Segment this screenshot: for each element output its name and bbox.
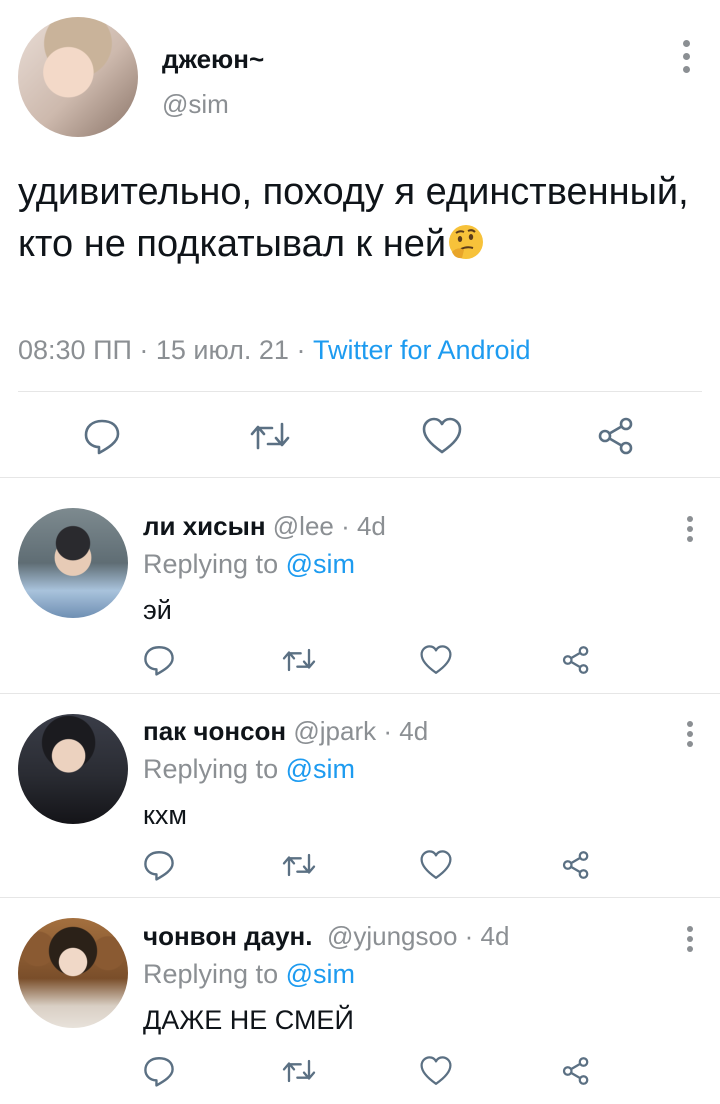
like-button[interactable] [418,1053,454,1089]
reply-button[interactable] [141,847,177,883]
like-button[interactable] [418,642,454,678]
reply-actions [0,642,720,678]
divider [18,391,702,392]
reply-author-handle[interactable]: @lee · 4d [273,511,386,541]
replying-to-handle[interactable]: @sim [286,754,355,784]
share-icon [562,646,589,674]
reply-icon [144,646,174,676]
reply-header: пак чонсон @jpark · 4d [143,716,428,747]
replying-to: Replying to @sim [143,754,355,785]
like-icon [420,850,452,879]
reply-tweet[interactable]: пак чонсон @jpark · 4d Replying to @sim … [0,694,720,898]
share-button[interactable] [558,642,594,678]
reply-button[interactable] [141,1053,177,1089]
like-button[interactable] [418,847,454,883]
share-icon [562,1057,589,1085]
share-icon [598,417,633,455]
reply-author-name[interactable]: пак чонсон [143,716,286,746]
reply-icon [144,851,174,881]
replying-to-label: Replying to [143,754,286,784]
author-avatar[interactable] [18,17,138,137]
replying-to-handle[interactable]: @sim [286,959,355,989]
tweet-text: удивительно, походу я единственный, кто … [18,166,708,270]
share-button[interactable] [558,1053,594,1089]
like-button[interactable] [420,414,464,458]
avatar[interactable] [18,714,128,824]
author-handle[interactable]: @sim [162,89,229,120]
more-options-icon[interactable] [686,721,694,751]
more-options-icon[interactable] [686,926,694,956]
reply-button[interactable] [80,414,124,458]
retweet-icon [250,422,290,450]
reply-icon [84,419,120,455]
main-tweet: джеюн~ @sim удивительно, походу я единст… [0,0,720,478]
reply-text: эй [143,595,172,625]
retweet-icon [282,853,316,877]
replying-to: Replying to @sim [143,549,355,580]
tweet-text-content: удивительно, походу я единственный, кто … [18,171,689,265]
reply-tweet[interactable]: ли хисын @lee · 4d Replying to @sim эй [0,478,720,694]
reply-text: ДАЖЕ НЕ СМЕЙ [143,1005,354,1035]
author-name[interactable]: джеюн~ [162,44,264,75]
retweet-icon [282,648,316,672]
more-options-icon[interactable] [682,40,690,79]
reply-author-handle[interactable]: @jpark · 4d [293,716,428,746]
share-button[interactable] [558,847,594,883]
more-options-icon[interactable] [686,516,694,546]
reply-author-name[interactable]: чонвон даун. [143,921,312,951]
tweet-timestamp[interactable]: 08:30 ПП · 15 июл. 21 · [18,335,313,365]
retweet-button[interactable] [280,642,318,678]
replying-to-handle[interactable]: @sim [286,549,355,579]
retweet-button[interactable] [248,414,292,458]
replying-to-label: Replying to [143,959,286,989]
replying-to-label: Replying to [143,549,286,579]
reply-author-handle[interactable]: @yjungsoo · 4d [327,921,510,951]
reply-header: чонвон даун. @yjungsoo · 4d [143,921,509,952]
reply-actions [0,847,720,883]
tweet-source[interactable]: Twitter for Android [313,335,531,365]
like-icon [422,417,462,454]
tweet-meta: 08:30 ПП · 15 июл. 21 · Twitter for Andr… [18,335,531,366]
reply-header: ли хисын @lee · 4d [143,511,386,542]
tweet-actions [0,414,720,458]
avatar[interactable] [18,508,128,618]
reply-icon [144,1057,174,1087]
retweet-button[interactable] [280,847,318,883]
retweet-button[interactable] [280,1053,318,1089]
share-icon [562,851,589,879]
retweet-icon [282,1059,316,1083]
reply-actions [0,1053,720,1089]
reply-author-name[interactable]: ли хисын [143,511,266,541]
reply-button[interactable] [141,642,177,678]
like-icon [420,645,452,674]
replying-to: Replying to @sim [143,959,355,990]
avatar[interactable] [18,918,128,1028]
reply-text: кхм [143,800,187,830]
share-button[interactable] [594,414,638,458]
reply-tweet[interactable]: чонвон даун. @yjungsoo · 4d Replying to … [0,898,720,1104]
like-icon [420,1056,452,1085]
thinking-face-icon [449,225,484,259]
